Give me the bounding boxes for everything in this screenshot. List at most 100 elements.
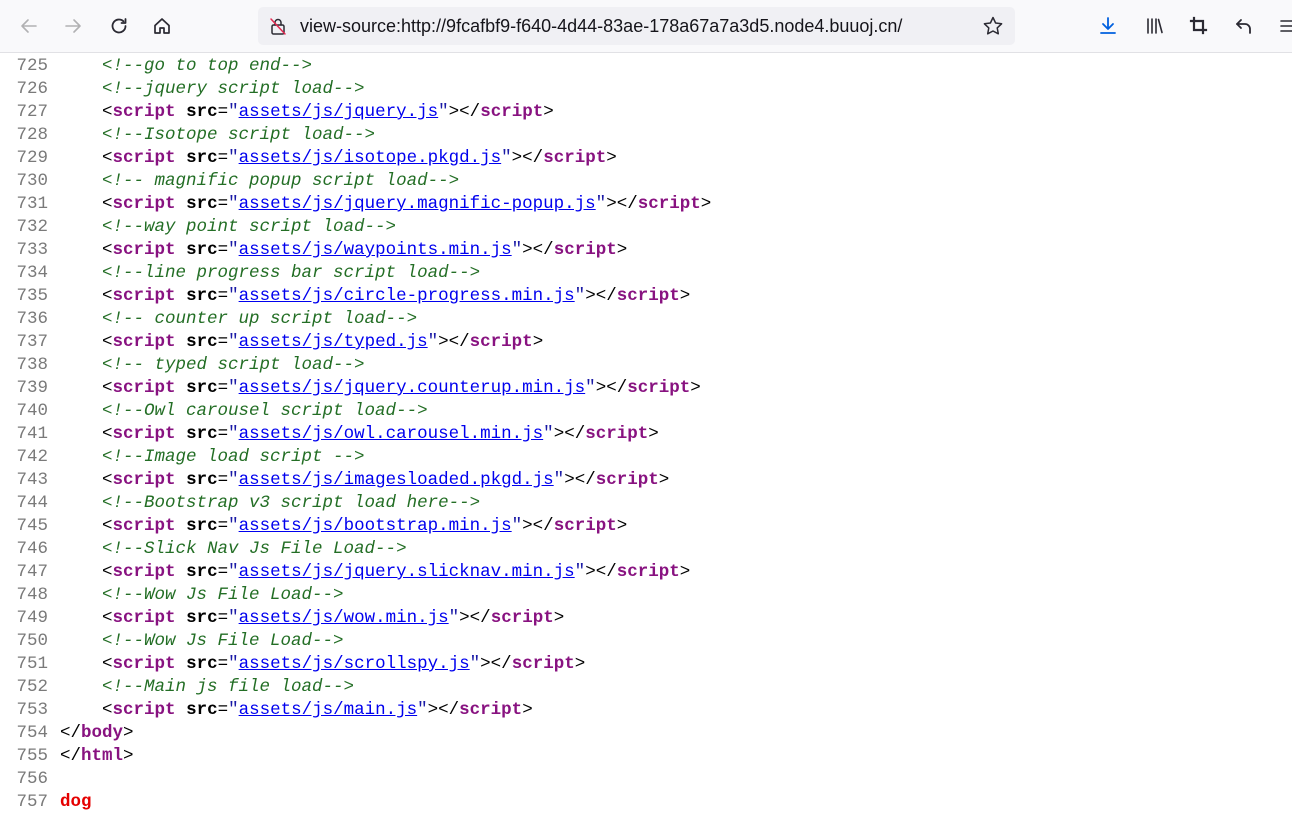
html-comment: <!--go to top end--> [102,56,313,76]
menu-icon [1280,20,1292,32]
attribute-name: src [186,332,218,352]
tag-name: script [469,332,533,352]
script-src-link[interactable]: assets/js/typed.js [239,332,428,352]
quote: " [511,516,523,536]
script-src-link[interactable]: assets/js/main.js [239,700,418,720]
reload-button[interactable] [103,10,135,42]
source-view: 725 <!--go to top end--> 726 <!--jquery s… [0,53,1292,813]
line-code: <script src="assets/js/scrollspy.js"></s… [60,653,585,676]
script-src-link[interactable]: assets/js/owl.carousel.min.js [239,424,544,444]
line-number: 734 [16,263,48,283]
script-src-link[interactable]: assets/js/circle-progress.min.js [239,286,575,306]
line-number: 733 [16,240,48,260]
tag-bracket: ></ [522,516,554,536]
bookmark-star-icon[interactable] [982,15,1004,37]
script-src-link[interactable]: assets/js/jquery.counterup.min.js [239,378,586,398]
html-comment: <!-- typed script load--> [102,355,365,375]
url-text[interactable]: view-source:http://9fcafbf9-f640-4d44-83… [300,16,902,36]
undo-button[interactable] [1228,10,1260,42]
line-number: 732 [16,217,48,237]
script-src-link[interactable]: assets/js/scrollspy.js [239,654,470,674]
html-comment: <!-- magnific popup script load--> [102,171,460,191]
tag-bracket: ></ [480,654,512,674]
url-bar[interactable]: view-source:http://9fcafbf9-f640-4d44-83… [258,7,1015,45]
line-code: <!--Wow Js File Load--> [60,584,344,607]
tag-name: script [112,424,176,444]
script-src-link[interactable]: assets/js/isotope.pkgd.js [239,148,502,168]
line-number: 742 [16,447,48,467]
screenshot-button[interactable] [1183,10,1215,42]
back-button[interactable] [13,10,45,42]
library-button[interactable] [1138,10,1170,42]
line-number: 753 [16,700,48,720]
forward-button[interactable] [57,10,89,42]
tag-name: script [459,700,523,720]
script-src-link[interactable]: assets/js/wow.min.js [239,608,449,628]
attribute-name: src [186,194,218,214]
tag-name: script [543,148,607,168]
attribute-name: src [186,240,218,260]
library-icon [1147,18,1163,34]
quote: " [417,700,428,720]
tag-name: script [112,194,176,214]
script-src-link[interactable]: assets/js/waypoints.min.js [239,240,512,260]
quote: " [448,608,460,628]
line-code: <script src="assets/js/jquery.counterup.… [60,377,701,400]
line-number: 750 [16,631,48,651]
line-number: 751 [16,654,48,674]
line-code: <script src="assets/js/jquery.slicknav.m… [60,561,690,584]
line-number: 728 [16,125,48,145]
tag-close-bracket: > [123,746,134,766]
tag-name: script [112,654,176,674]
download-icon [1100,17,1116,34]
quote: " [501,148,512,168]
not-secure-icon[interactable] [268,16,288,36]
downloads-button[interactable] [1092,10,1124,42]
forward-icon [65,19,81,33]
menu-button[interactable] [1272,10,1292,42]
tag-name: script [553,516,617,536]
quote: " [228,424,239,444]
line-code: <!--Owl carousel script load--> [60,400,428,423]
script-src-link[interactable]: assets/js/jquery.magnific-popup.js [239,194,596,214]
line-code: <!--Bootstrap v3 script load here--> [60,492,480,515]
line-code: <!--Isotope script load--> [60,124,375,147]
tag-close-bracket: > [123,723,134,743]
quote: " [228,562,239,582]
html-comment: <!--Wow Js File Load--> [102,585,344,605]
line-number: 725 [16,56,48,76]
tag-bracket: ></ [448,102,481,122]
browser-toolbar: view-source:http://9fcafbf9-f640-4d44-83… [0,0,1292,53]
tag-bracket: ></ [564,470,596,490]
tag-name: script [112,470,176,490]
script-src-link[interactable]: assets/js/bootstrap.min.js [239,516,512,536]
script-src-link[interactable]: assets/js/imagesloaded.pkgd.js [239,470,554,490]
line-number: 752 [16,677,48,697]
tag-name: script [112,148,176,168]
html-comment: <!--jquery script load--> [102,79,365,99]
equals: = [217,516,229,536]
html-comment: <!--line progress bar script load--> [102,263,481,283]
tag-bracket: ></ [606,194,638,214]
equals: = [217,378,229,398]
script-src-link[interactable]: assets/js/jquery.js [239,102,439,122]
line-number: 744 [16,493,48,513]
home-button[interactable] [146,10,178,42]
tag-open-bracket: < [102,240,113,260]
tag-open-bracket: < [102,516,113,536]
quote: " [228,516,239,536]
tag-name: script [616,562,680,582]
script-src-link[interactable]: assets/js/jquery.slicknav.min.js [239,562,575,582]
line-code: <!--Main js file load--> [60,676,354,699]
tag-name: script [616,286,680,306]
